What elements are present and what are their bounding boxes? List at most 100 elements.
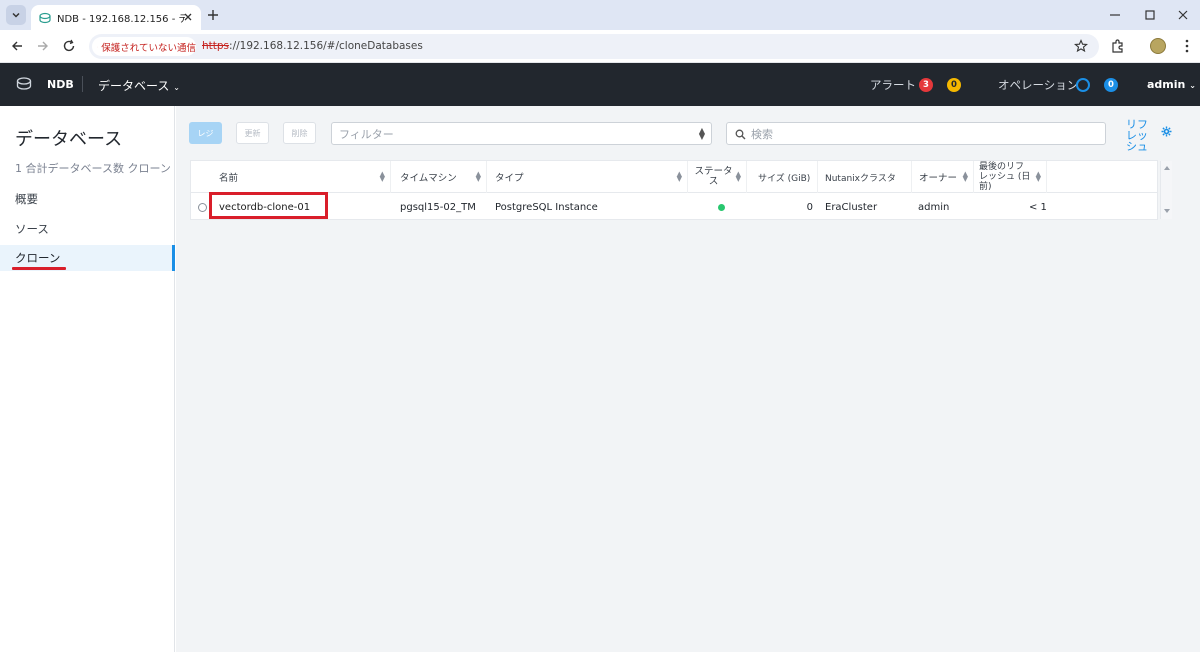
chevron-down-icon: ⌄ [1189,81,1196,90]
column-header-time-machine[interactable]: タイムマシン ▲ ▼ [392,161,487,193]
scroll-up-icon[interactable] [1162,164,1172,172]
column-header-type[interactable]: タイプ ▲ ▼ [488,161,688,193]
column-label: タイプ [495,173,524,184]
plus-icon[interactable] [206,8,220,22]
column-header-last-refresh[interactable]: 最後のリフレッシュ (日前) ▲ ▼ [975,161,1047,193]
address-bar[interactable]: 保護されていない通信 https://192.168.12.156/#/clon… [89,34,1099,59]
column-label: ステータス [694,166,733,187]
row-select-radio[interactable] [198,203,207,212]
url-text: https://192.168.12.156/#/cloneDatabases [202,40,423,52]
cell-owner: admin [918,201,950,213]
browser-tab[interactable]: NDB - 192.168.12.156 - データベー [31,5,201,30]
profile-avatar[interactable] [1150,38,1166,54]
url-scheme: https [202,40,230,52]
tab-search-button[interactable] [6,5,26,25]
sort-icon: ▲ ▼ [475,170,481,183]
minimize-icon[interactable] [1108,8,1122,22]
database-menu-label: データベース [98,79,170,93]
main-content: レジ 更新 削除 フィルター ▲ ▼ 検索 リフレッシュ 名前 ▲ ▼ タイムマシン ▲… [176,106,1200,652]
sort-caret-icon: ▲ ▼ [698,126,705,141]
column-header-cluster[interactable]: Nutanixクラスタ [819,161,912,193]
cell-time-machine[interactable]: pgsql15-02_TM [400,194,476,220]
tab-title: NDB - 192.168.12.156 - データベー [57,14,185,25]
star-icon[interactable] [1074,39,1088,53]
browser-tabstrip: NDB - 192.168.12.156 - データベー [0,0,1200,30]
user-name: admin [1147,78,1186,91]
app-name[interactable]: NDB [47,78,74,91]
table-scrollbar[interactable] [1160,161,1172,219]
sidebar-item-label: クローン [15,251,61,265]
sidebar-item-sources[interactable]: ソース [0,216,175,242]
sidebar-item-overview[interactable]: 概要 [0,186,175,212]
search-icon [735,129,746,140]
sort-icon: ▲ ▼ [735,170,741,183]
refresh-link[interactable]: リフレッシュ [1126,119,1148,152]
operations-badge[interactable]: 0 [1104,78,1118,92]
user-menu[interactable]: admin ⌄ [1147,78,1196,91]
database-menu[interactable]: データベース ⌄ [98,77,180,94]
database-logo-icon [16,77,32,90]
column-header-owner[interactable]: オーナー ▲ ▼ [913,161,974,193]
alerts-red-badge[interactable]: 3 [919,78,933,92]
header-divider [82,76,83,92]
filter-placeholder: フィルター [339,127,394,141]
sort-icon: ▲ ▼ [676,170,682,183]
operations-status-icon [1076,78,1090,92]
search-input[interactable]: 検索 [726,122,1106,145]
search-placeholder: 検索 [751,127,773,141]
database-icon [39,12,51,23]
column-label: サイズ (GiB) [758,173,811,184]
column-label: Nutanixクラスタ [825,173,896,184]
app-header: NDB データベース ⌄ アラート 3 0 オペレーション 0 admin ⌄ [0,63,1200,106]
close-icon[interactable] [182,11,194,23]
table-row[interactable]: vectordb-clone-01 pgsql15-02_TM PostgreS… [191,194,1157,220]
url-path: ://192.168.12.156/#/cloneDatabases [229,40,423,52]
update-button[interactable]: 更新 [236,122,269,144]
status-ok-dot [718,203,725,211]
column-header-name[interactable]: 名前 ▲ ▼ [191,161,391,193]
column-label: タイムマシン [400,173,457,184]
cell-cluster: EraCluster [825,201,878,213]
sidebar-item-label: 概要 [15,192,38,206]
forward-arrow-icon[interactable] [36,39,50,53]
sidebar: データベース 1 合計データベース数 クローン 概要 ソース クローン [0,106,175,652]
sidebar-title: データベース [15,129,123,150]
annotation-underline [12,267,66,270]
sidebar-item-label: ソース [15,222,49,236]
cell-size: 0 [806,201,813,213]
chevron-down-icon: ⌄ [173,83,180,92]
more-vertical-icon[interactable] [1179,38,1195,54]
browser-toolbar: 保護されていない通信 https://192.168.12.156/#/clon… [0,30,1200,63]
cell-status [718,194,725,220]
maximize-icon[interactable] [1143,8,1157,22]
table-header: 名前 ▲ ▼ タイムマシン ▲ ▼ タイプ ▲ ▼ ステータス ▲ ▼ サイズ (GiB) Nu… [191,161,1157,193]
sort-icon: ▲ ▼ [962,170,968,183]
back-arrow-icon[interactable] [10,39,24,53]
clones-table: 名前 ▲ ▼ タイムマシン ▲ ▼ タイプ ▲ ▼ ステータス ▲ ▼ サイズ (GiB) Nu… [190,160,1158,220]
scroll-down-icon[interactable] [1162,207,1172,215]
extensions-icon[interactable] [1110,38,1126,54]
annotation-highlight-box [209,192,328,219]
gear-icon[interactable] [1161,126,1172,137]
cell-last-refresh: < 1 [1029,201,1047,213]
filter-select[interactable]: フィルター ▲ ▼ [331,122,712,145]
sort-icon: ▲ ▼ [379,170,385,183]
column-header-size[interactable]: サイズ (GiB) [748,161,818,193]
sort-icon: ▲ ▼ [1035,170,1041,183]
alerts-yellow-badge[interactable]: 0 [947,78,961,92]
column-label: 名前 [219,173,239,184]
security-chip[interactable]: 保護されていない通信 [92,37,196,56]
delete-button[interactable]: 削除 [283,122,316,144]
register-button[interactable]: レジ [189,122,222,144]
column-label: 最後のリフレッシュ (日前) [979,162,1031,192]
alerts-link[interactable]: アラート [870,77,916,93]
cell-type: PostgreSQL Instance [495,201,598,213]
sidebar-summary: 1 合計データベース数 クローン [15,162,171,175]
column-label: オーナー [919,173,958,184]
reload-icon[interactable] [62,39,76,53]
operations-link[interactable]: オペレーション [998,77,1078,93]
column-header-status[interactable]: ステータス ▲ ▼ [689,161,747,193]
chevron-down-icon [12,12,20,18]
window-close-icon[interactable] [1176,8,1190,22]
security-chip-label: 保護されていない通信 [101,42,196,54]
